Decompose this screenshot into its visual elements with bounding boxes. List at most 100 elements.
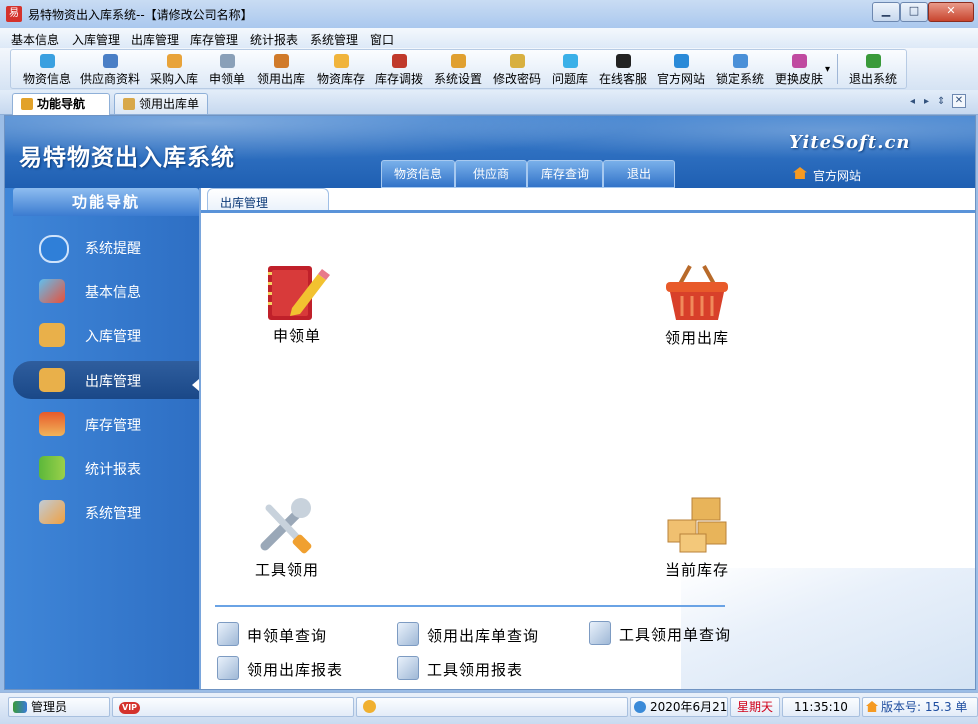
banner-tab-suppliers[interactable]: 供应商 [455,160,527,188]
toolbar-issue-out-button[interactable]: 领用出库 [255,50,307,88]
status-message [356,697,628,717]
section-underline [201,210,975,213]
bar-chart-icon [39,456,65,480]
truck-icon [166,54,182,68]
status-time: 11:35:10 [782,697,860,717]
issue-out-query-link[interactable]: 领用出库单查询 [397,622,539,648]
toolbar-separator [837,54,838,84]
sidebar-item-inbound[interactable]: 入库管理 [13,316,199,354]
tool-issue-shortcut[interactable]: 工具领用 [247,494,327,580]
requisition-query-link[interactable]: 申领单查询 [217,622,327,648]
menu-system[interactable]: 系统管理 [310,31,358,48]
maximize-button[interactable]: □ [900,2,928,22]
report-search-icon [397,656,419,680]
toolbar-requisition-button[interactable]: 申领单 [207,50,247,88]
document-icon [589,621,611,645]
toolbar-purchase-in-button[interactable]: 采购入库 [149,50,199,88]
ie-icon [673,54,689,68]
menu-outbound[interactable]: 出库管理 [131,31,179,48]
users-icon [13,701,27,713]
boxes-icon [667,497,727,553]
sidebar-item-system-admin[interactable]: 系统管理 [13,493,199,531]
banner-tab-exit[interactable]: 退出 [603,160,675,188]
tool-issue-query-link[interactable]: 工具领用单查询 [589,621,731,647]
chevron-down-icon[interactable]: ▾ [825,64,830,75]
toolbar-exit-button[interactable]: 退出系统 [845,50,901,88]
report-search-icon [217,656,239,680]
document-tabs: 功能导航 领用出库单 ◂ ▸ ⇕ ✕ [0,90,978,115]
document-icon [217,622,239,646]
toolbar-online-service-button[interactable]: 在线客服 [597,50,649,88]
section-tab: 出库管理 [207,188,329,211]
toolbar-settings-button[interactable]: 系统设置 [432,50,484,88]
toolbar-skin-button[interactable]: 更换皮肤 [773,50,825,88]
toolbar-website-button[interactable]: 官方网站 [655,50,707,88]
cubes-icon [39,54,55,68]
toolbar-change-password-button[interactable]: 修改密码 [491,50,543,88]
status-bar: 管理员 VIP 2020年6月21日 星期天 11:35:10 版本号: 15.… [0,692,978,724]
tab-issue-out-form[interactable]: 领用出库单 [114,93,208,114]
sidebar-item-system-alerts[interactable]: 系统提醒 [13,228,199,266]
basket-icon [666,265,728,320]
sidebar-item-reports[interactable]: 统计报表 [13,449,199,487]
toolbar-faq-button[interactable]: 问题库 [550,50,590,88]
issue-out-report-link[interactable]: 领用出库报表 [217,656,343,682]
tab-close-icon[interactable]: ✕ [952,94,966,108]
toolbar-stock-button[interactable]: 物资库存 [315,50,367,88]
current-stock-shortcut[interactable]: 当前库存 [657,494,737,580]
cart-icon [273,54,289,68]
notebook-icon [268,266,330,320]
tab-next-icon[interactable]: ▸ [924,96,929,107]
menu-window[interactable]: 窗口 [370,31,394,48]
title-bar: 易 易特物资出入库系统--【请修改公司名称】 ▁ □ ✕ [0,0,978,29]
toolbar: 物资信息 供应商资料 采购入库 申领单 领用出库 物资库存 库存调拨 系统设置 … [0,48,978,91]
tool-issue-report-link[interactable]: 工具领用报表 [397,656,523,682]
status-vip: VIP [112,697,354,717]
close-button[interactable]: ✕ [928,2,974,22]
tab-list-icon[interactable]: ⇕ [937,96,945,107]
toolbar-transfer-button[interactable]: 库存调拨 [373,50,425,88]
tools-icon [39,500,65,524]
document-icon [397,622,419,646]
toolbar-suppliers-button[interactable]: 供应商资料 [79,50,141,88]
content-area: 出库管理 申领单 领用出库 工具领用 当前库存 申领单查询 领用出库单查询 工具… [199,188,975,689]
warehouse-icon [39,412,65,436]
minimize-button[interactable]: ▁ [872,2,900,22]
sidebar-item-basic-info[interactable]: 基本信息 [13,272,199,310]
menu-basic-info[interactable]: 基本信息 [11,31,59,48]
main-panel: 易特物资出入库系统 YiteSoft.cn 官方网站 物资信息 供应商 库存查询… [4,115,976,690]
window-title: 易特物资出入库系统--【请修改公司名称】 [28,8,253,22]
smiley-icon [363,700,376,713]
sidebar-item-outbound[interactable]: 出库管理 [13,361,199,399]
palette-icon [791,54,807,68]
issue-out-shortcut[interactable]: 领用出库 [657,262,737,348]
info-icon [39,235,69,263]
cart-icon [123,98,135,110]
star-icon [21,98,33,110]
exit-icon [865,54,881,68]
tab-prev-icon[interactable]: ◂ [910,96,915,107]
app-logo: 易 [6,6,22,22]
lock-screen-icon [732,54,748,68]
help-icon [562,54,578,68]
sidebar-title: 功能导航 [13,188,199,216]
menu-inventory[interactable]: 库存管理 [190,31,238,48]
tab-function-nav[interactable]: 功能导航 [12,93,110,115]
banner-tab-materials[interactable]: 物资信息 [381,160,455,188]
menu-reports[interactable]: 统计报表 [250,31,298,48]
official-site-link[interactable]: 官方网站 [813,167,861,184]
penguin-icon [615,54,631,68]
calculator-icon [219,54,235,68]
box-out-icon [39,368,65,392]
brand-logo: YiteSoft.cn [789,132,911,153]
transfer-icon [391,54,407,68]
banner-tab-stock-query[interactable]: 库存查询 [527,160,603,188]
active-indicator [192,379,199,391]
toolbar-materials-button[interactable]: 物资信息 [17,50,77,88]
menu-inbound[interactable]: 入库管理 [72,31,120,48]
requisition-shortcut[interactable]: 申领单 [257,264,337,346]
sidebar-item-inventory[interactable]: 库存管理 [13,405,199,443]
wrench-icon [260,498,312,554]
vip-badge: VIP [119,702,141,714]
toolbar-lock-button[interactable]: 锁定系统 [714,50,766,88]
